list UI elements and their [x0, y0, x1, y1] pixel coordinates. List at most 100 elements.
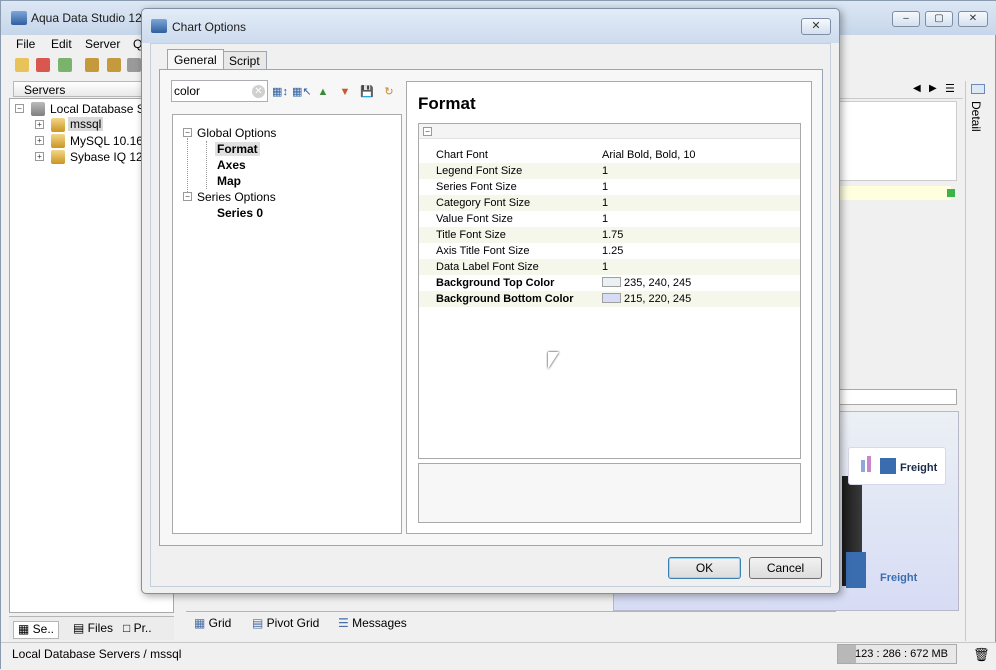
clear-search-icon[interactable]: ✕ [252, 85, 265, 98]
menu-file[interactable]: File [16, 37, 35, 51]
tree-item-local-servers[interactable]: Local Database Ser [50, 102, 155, 116]
tree-line [187, 138, 188, 194]
property-row[interactable]: Background Top Color 235, 240, 245 [419, 275, 800, 291]
tree-item-map[interactable]: Map [217, 174, 241, 188]
tab-pivot-grid[interactable]: ▤ Pivot Grid [252, 616, 319, 630]
expand-icon[interactable]: + [35, 120, 44, 129]
property-row[interactable]: Data Label Font Size 1 [419, 259, 800, 275]
property-grid: − Chart Font Arial Bold, Bold, 10 Legend … [418, 123, 801, 459]
status-green-icon [947, 189, 955, 197]
tree-item-global-options[interactable]: Global Options [197, 126, 276, 140]
database-icon [51, 118, 65, 132]
dialog-app-icon [151, 19, 167, 33]
expand-all-icon[interactable]: ▦↕ [271, 83, 289, 101]
memory-indicator: 123 : 286 : 672 MB [837, 644, 957, 664]
remove-icon[interactable]: ▼ [336, 83, 354, 101]
add-icon[interactable]: ▲ [314, 83, 332, 101]
collapse-all-icon[interactable]: ▦↖ [292, 83, 312, 101]
maximize-button[interactable]: ▢ [925, 11, 953, 27]
property-row[interactable]: Background Bottom Color 215, 220, 245 [419, 291, 800, 307]
property-row[interactable]: Category Font Size 1 [419, 195, 800, 211]
tab-grid[interactable]: ▦ Grid [194, 616, 231, 630]
new-file-icon[interactable] [15, 58, 29, 72]
collapse-icon[interactable]: − [15, 104, 24, 113]
disconnect-icon[interactable] [107, 58, 121, 72]
property-row[interactable]: Axis Title Font Size 1.25 [419, 243, 800, 259]
cancel-button[interactable]: Cancel [749, 557, 822, 579]
chart-bar [846, 552, 866, 588]
legend-swatch [880, 458, 896, 474]
property-row[interactable]: Value Font Size 1 [419, 211, 800, 227]
property-row[interactable]: Title Font Size 1.75 [419, 227, 800, 243]
pivot-icon: ▤ [252, 616, 267, 630]
mouse-cursor-icon [548, 352, 559, 369]
collapse-icon[interactable]: − [183, 192, 192, 201]
server-group-icon [31, 102, 45, 116]
results-tabs: ▦ Grid ▤ Pivot Grid ☰ Messages [186, 611, 836, 635]
connect-icon[interactable] [85, 58, 99, 72]
results-top-area [839, 101, 957, 181]
results-nav: ◀ ▶ ☰ [839, 81, 963, 99]
close-icon[interactable]: ✕ [801, 18, 831, 35]
app-icon [11, 11, 27, 25]
results-scrollbar[interactable] [839, 389, 957, 405]
save-icon[interactable]: 💾 [358, 83, 376, 101]
tab-messages[interactable]: ☰ Messages [338, 616, 407, 630]
left-bottom-tabs: ▦ Se.. ▤ Files □ Pr.. [9, 616, 174, 640]
tab-files[interactable]: ▤ Files [73, 621, 113, 639]
refresh-icon[interactable]: ↻ [380, 83, 398, 101]
status-path: Local Database Servers / mssql [12, 647, 182, 661]
list-icon[interactable]: ☰ [945, 82, 955, 95]
tree-item-format[interactable]: Format [215, 142, 260, 156]
collapse-icon[interactable]: − [423, 127, 432, 136]
grid-icon[interactable] [58, 58, 72, 72]
property-row[interactable]: Chart Font Arial Bold, Bold, 10 [419, 147, 800, 163]
property-description [418, 463, 801, 523]
next-icon[interactable]: ▶ [929, 83, 937, 94]
legend-bar-icon [867, 456, 871, 472]
tab-projects[interactable]: □ Pr.. [123, 621, 152, 639]
menu-server[interactable]: Server [85, 37, 120, 51]
tree-item-series-options[interactable]: Series Options [197, 190, 276, 204]
close-window-button[interactable]: ✕ [958, 11, 988, 27]
tree-item-axes[interactable]: Axes [217, 158, 246, 172]
chart-options-dialog: Chart Options ✕ General Script ✕ ▦↕ ▦↖ ▲… [141, 8, 840, 594]
properties-icon[interactable] [127, 58, 141, 72]
page-title: Format [418, 94, 476, 113]
grid-icon: ▦ [194, 616, 209, 630]
menu-edit[interactable]: Edit [51, 37, 72, 51]
collapse-icon[interactable]: − [183, 128, 192, 137]
previous-icon[interactable]: ◀ [913, 83, 921, 94]
detail-sidebar [965, 81, 995, 641]
color-swatch[interactable] [602, 277, 621, 287]
database-icon [51, 134, 65, 148]
minimize-button[interactable]: – [892, 11, 920, 27]
tab-script[interactable]: Script [222, 51, 267, 69]
detail-tab[interactable]: Detail [969, 101, 983, 132]
main-window-title: Aqua Data Studio 12. [31, 11, 146, 25]
expand-icon[interactable]: + [35, 152, 44, 161]
property-row[interactable]: Series Font Size 1 [419, 179, 800, 195]
tree-line [206, 141, 207, 189]
trash-icon[interactable]: 🗑 [973, 647, 990, 663]
database-icon [51, 150, 65, 164]
detail-icon[interactable] [971, 84, 985, 94]
options-tree: − Global Options Format Axes Map − Serie… [172, 114, 402, 534]
delete-icon[interactable] [36, 58, 50, 72]
expand-icon[interactable]: + [35, 136, 44, 145]
tree-item-series-0[interactable]: Series 0 [217, 206, 263, 220]
tree-item-mssql[interactable]: mssql [68, 117, 104, 131]
messages-icon: ☰ [338, 616, 353, 630]
dialog-title: Chart Options [172, 20, 247, 34]
tab-servers[interactable]: ▦ Se.. [13, 621, 60, 639]
ok-button[interactable]: OK [668, 557, 741, 579]
files-tab-icon: ▤ [73, 621, 88, 635]
property-row[interactable]: Legend Font Size 1 [419, 163, 800, 179]
projects-tab-icon: □ [123, 621, 134, 635]
chart-series-label: Freight [880, 572, 918, 584]
tab-general[interactable]: General [167, 49, 224, 69]
property-grid-header: − [419, 124, 800, 139]
highlight-row [839, 186, 951, 200]
color-swatch[interactable] [602, 293, 621, 303]
status-bar: Local Database Servers / mssql 123 : 286… [1, 642, 996, 670]
